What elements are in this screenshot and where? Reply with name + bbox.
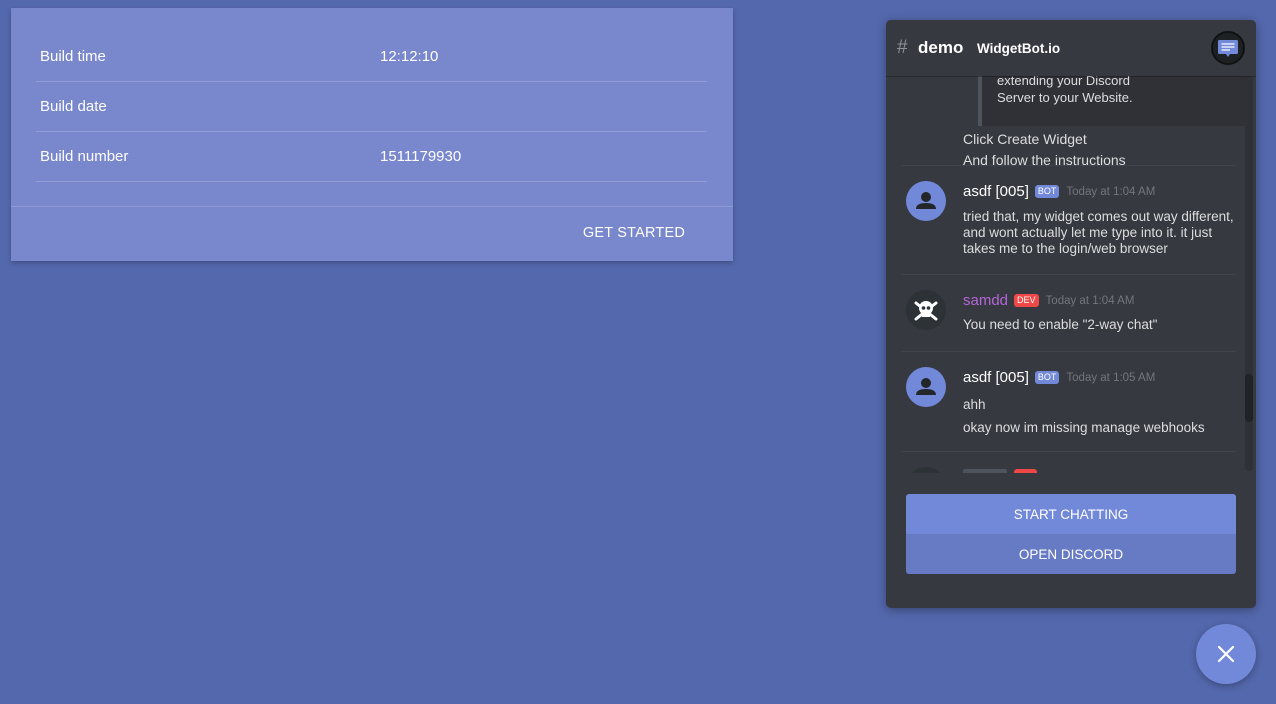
open-discord-button[interactable]: OPEN DISCORD	[906, 534, 1236, 574]
message-content: You need to enable "2-way chat"	[963, 317, 1158, 332]
message-group: samdd DEV Today at 1:04 AM You need to e…	[901, 275, 1236, 352]
embed-quote: extending your Discord Server to your We…	[978, 76, 1251, 126]
author-name[interactable]: asdf [005]	[963, 369, 1029, 386]
widget-actions: START CHATTING OPEN DISCORD	[906, 494, 1236, 574]
message-group: asdf [005] BOT Today at 1:05 AM ahh okay…	[901, 352, 1236, 452]
discord-widget: extending your Discord Server to your We…	[886, 20, 1256, 608]
timestamp: Today at 1:05 AM	[1066, 371, 1156, 384]
timestamp: Today at 1:04 AM	[1066, 185, 1156, 198]
server-name: WidgetBot.io	[977, 41, 1061, 56]
hash-icon: #	[897, 37, 908, 58]
scrollbar-thumb[interactable]	[1245, 374, 1253, 422]
avatar[interactable]	[906, 367, 946, 407]
message-scrollbar[interactable]	[1245, 76, 1253, 471]
build-time-row: Build time 12:12:10	[36, 40, 707, 82]
build-number-row: Build number 1511179930	[36, 132, 707, 182]
embed-line: extending your Discord	[997, 76, 1130, 88]
user-icon	[916, 378, 936, 395]
author-name[interactable]: asdf [005]	[963, 183, 1029, 200]
message-line: okay now im missing manage webhooks	[963, 420, 1205, 435]
avatar[interactable]	[906, 181, 946, 221]
timestamp: Today at 1:04 AM	[1045, 294, 1135, 307]
close-widget-button[interactable]	[1196, 624, 1256, 684]
widget-header: # demo WidgetBot.io	[886, 20, 1256, 76]
chat-bubble-icon[interactable]	[1211, 31, 1245, 65]
user-icon	[916, 192, 936, 209]
embed-line: Server to your Website.	[997, 90, 1133, 105]
author-name[interactable]: samdd	[963, 292, 1008, 309]
message-group: asdf [005] BOT Today at 1:04 AM tried th…	[901, 166, 1236, 275]
build-time-label: Build time	[40, 48, 106, 65]
bot-tag: BOT	[1034, 371, 1060, 384]
skull-icon	[914, 301, 938, 321]
author-name-placeholder	[963, 469, 1007, 473]
message-list[interactable]: extending your Discord Server to your We…	[886, 76, 1256, 473]
build-info-card: Build time 12:12:10 Build date Build num…	[11, 8, 733, 261]
avatar[interactable]	[906, 290, 946, 330]
message-line: Click Create Widget	[963, 131, 1087, 147]
build-time-value: 12:12:10	[380, 48, 439, 65]
dev-tag	[1014, 469, 1037, 473]
message-content: tried that, my widget comes out way diff…	[963, 209, 1234, 256]
message-group	[901, 452, 1236, 473]
build-date-label: Build date	[40, 98, 107, 115]
build-info-table: Build time 12:12:10 Build date Build num…	[36, 40, 707, 182]
channel-name: demo	[918, 38, 964, 57]
build-number-label: Build number	[40, 148, 129, 165]
avatar[interactable]	[906, 467, 946, 473]
build-number-value: 1511179930	[380, 148, 462, 165]
build-date-row: Build date	[36, 82, 707, 132]
message-content: ahh okay now im missing manage webhooks	[963, 393, 1243, 439]
card-footer: GET STARTED	[11, 206, 733, 261]
message-line: ahh	[963, 397, 986, 412]
dev-tag: DEV	[1014, 294, 1039, 307]
message-content: Click Create Widget And follow the instr…	[963, 129, 1243, 171]
message-group: extending your Discord Server to your We…	[901, 76, 1251, 168]
get-started-button[interactable]: GET STARTED	[583, 225, 685, 241]
bot-tag: BOT	[1034, 185, 1060, 198]
close-icon	[1217, 645, 1235, 663]
start-chatting-button[interactable]: START CHATTING	[906, 494, 1236, 534]
